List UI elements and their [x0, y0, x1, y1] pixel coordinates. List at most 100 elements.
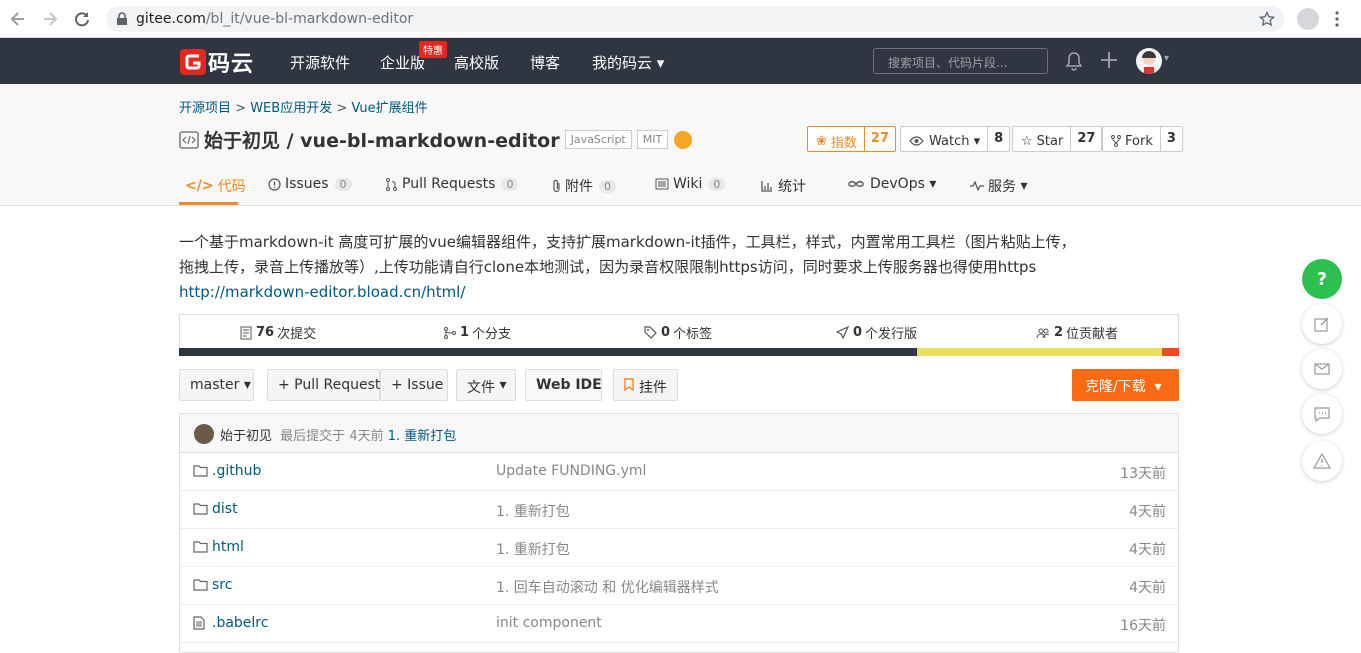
nav-education[interactable]: 高校版 — [454, 52, 499, 73]
tab-attachments[interactable]: 附件 0 — [552, 176, 616, 196]
send-icon — [836, 326, 849, 339]
author-avatar[interactable] — [194, 424, 214, 444]
breadcrumb-item[interactable]: 开源项目 — [179, 101, 231, 116]
tab-services[interactable]: 服务 ▾ — [970, 176, 1027, 196]
forward-arrow-icon[interactable] — [40, 9, 60, 29]
commit-message[interactable]: init component — [496, 615, 602, 631]
project-title[interactable]: 始于初见 / vue-bl-markdown-editor — [204, 126, 560, 153]
folder-icon — [193, 502, 208, 515]
breadcrumb-item[interactable]: Vue扩展组件 — [351, 101, 427, 116]
file-row[interactable]: html 1. 重新打包 4天前 — [180, 529, 1178, 567]
branch-select[interactable]: master ▾ — [179, 369, 254, 401]
file-icon — [193, 616, 205, 630]
star-button[interactable]: ☆ Star 27 — [1012, 126, 1103, 152]
commit-author[interactable]: 始于初见 — [220, 429, 272, 444]
file-row[interactable]: .github Update FUNDING.yml 13天前 — [180, 453, 1178, 491]
file-name[interactable]: html — [212, 539, 244, 555]
tab-issues[interactable]: Issues 0 — [268, 176, 352, 192]
commit-time: 16天前 — [1120, 618, 1166, 634]
tab-count: 0 — [708, 177, 726, 191]
promo-badge: 特惠 — [419, 41, 447, 58]
gitee-logo-icon[interactable] — [180, 49, 206, 75]
file-row[interactable]: .babelrc init component 16天前 — [180, 605, 1178, 643]
file-name[interactable]: src — [212, 577, 232, 593]
language-bar — [179, 348, 1179, 356]
bookmark-star-icon[interactable] — [1259, 11, 1275, 27]
search-input[interactable]: 搜索项目、代码片段... — [873, 48, 1048, 74]
nav-my-gitee[interactable]: 我的码云 ▾ — [592, 52, 664, 73]
pendant-button[interactable]: 挂件 — [613, 369, 678, 401]
code-icon: </> — [185, 178, 214, 194]
active-tab-indicator — [179, 202, 238, 205]
nav-open-source[interactable]: 开源软件 — [290, 52, 350, 73]
file-row[interactable]: dist 1. 重新打包 4天前 — [180, 491, 1178, 529]
language-segment — [179, 348, 917, 356]
lock-icon — [116, 12, 128, 26]
people-icon — [1036, 327, 1050, 339]
commit-message[interactable]: Update FUNDING.yml — [496, 463, 646, 479]
tags-stat[interactable]: 0 个标签 — [644, 323, 712, 342]
tab-pull-requests[interactable]: Pull Requests 0 — [386, 176, 519, 192]
tab-code[interactable]: </> 代码 — [185, 176, 246, 196]
logo-text[interactable]: 码云 — [208, 46, 254, 78]
branches-stat[interactable]: 1 个分支 — [444, 323, 511, 342]
mail-icon[interactable] — [1302, 349, 1342, 389]
commit-time: 13天前 — [1120, 466, 1166, 482]
language-segment — [916, 348, 1162, 356]
file-name[interactable]: dist — [212, 501, 238, 517]
eye-icon — [909, 136, 924, 146]
watch-count: 8 — [987, 127, 1009, 151]
fork-button[interactable]: Fork 3 — [1102, 126, 1183, 152]
commits-stat[interactable]: 76 次提交 — [240, 323, 316, 342]
file-name[interactable]: .github — [212, 463, 261, 479]
edit-icon[interactable] — [1302, 304, 1342, 344]
address-bar[interactable]: gitee.com/bl_it/vue-bl-markdown-editor — [106, 6, 1284, 32]
profile-icon[interactable] — [1297, 8, 1319, 30]
reload-icon[interactable] — [72, 9, 92, 29]
releases-stat[interactable]: 0 个发行版 — [836, 323, 917, 342]
issue-button[interactable]: + Issue — [380, 369, 448, 401]
back-arrow-icon[interactable] — [8, 9, 28, 29]
nav-blog[interactable]: 博客 — [530, 52, 560, 73]
medal-icon[interactable] — [674, 130, 693, 149]
watch-button[interactable]: Watch ▾ 8 — [900, 126, 1011, 152]
commit-message-link[interactable]: 1. 重新打包 — [388, 429, 457, 444]
contributors-stat[interactable]: 2 位贡献者 — [1036, 323, 1118, 342]
plus-icon[interactable] — [1100, 51, 1118, 69]
folder-icon — [193, 464, 208, 477]
commit-message[interactable]: 1. 重新打包 — [496, 539, 570, 559]
tag-icon — [644, 326, 657, 339]
wiki-icon — [655, 178, 669, 190]
tab-statistics[interactable]: 统计 — [761, 176, 806, 196]
tab-devops[interactable]: DevOps ▾ — [847, 176, 936, 192]
avatar-caret-icon[interactable]: ▾ — [1164, 53, 1169, 64]
site-header: 码云 开源软件 企业版 特惠 高校版 博客 我的码云 ▾ 搜索项目、代码片段..… — [0, 38, 1361, 84]
commit-message[interactable]: 1. 重新打包 — [496, 501, 570, 521]
homepage-link[interactable]: http://markdown-editor.bload.cn/html/ — [179, 283, 465, 301]
paperclip-icon — [552, 179, 561, 193]
project-header: 开源项目 > WEB应用开发 > Vue扩展组件 始于初见 / vue-bl-m… — [0, 84, 1361, 206]
tab-count: 0 — [334, 177, 352, 191]
pull-request-button[interactable]: + Pull Request — [267, 369, 380, 401]
license-tag[interactable]: MIT — [636, 130, 669, 149]
chat-icon[interactable] — [1302, 394, 1342, 434]
bell-icon[interactable] — [1065, 51, 1083, 71]
files-dropdown[interactable]: 文件 ▾ — [456, 369, 516, 401]
commit-message[interactable]: 1. 回车自动滚动 和 优化编辑器样式 — [496, 577, 719, 597]
help-button[interactable]: ? — [1302, 259, 1342, 299]
commit-time: 4天前 — [1129, 504, 1166, 520]
bar-chart-icon — [761, 180, 773, 192]
file-row[interactable]: src 1. 回车自动滚动 和 优化编辑器样式 4天前 — [180, 567, 1178, 605]
tab-wiki[interactable]: Wiki 0 — [655, 176, 726, 192]
user-avatar[interactable] — [1136, 48, 1162, 74]
language-tag[interactable]: JavaScript — [564, 130, 632, 149]
clone-download-button[interactable]: 克隆/下载 ▾ — [1072, 369, 1179, 401]
tab-count: 0 — [599, 179, 616, 193]
menu-dots-icon[interactable] — [1335, 10, 1339, 28]
web-ide-button[interactable]: Web IDE — [525, 369, 602, 401]
issue-icon — [268, 177, 281, 191]
breadcrumb-item[interactable]: WEB应用开发 — [250, 101, 332, 116]
warning-icon[interactable] — [1302, 441, 1342, 481]
index-button[interactable]: ❀ 指数 27 — [807, 126, 897, 152]
file-name[interactable]: .babelrc — [212, 615, 268, 631]
